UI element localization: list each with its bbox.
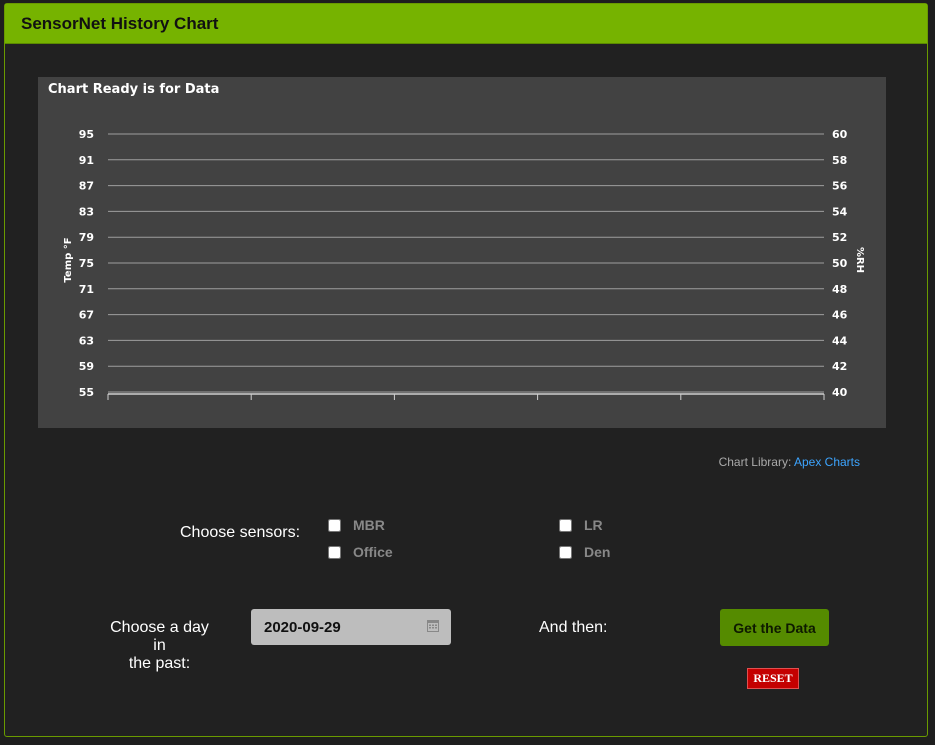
- y-left-tick-label: 63: [79, 334, 94, 347]
- y-right-tick-label: 52: [832, 231, 847, 244]
- y-right-tick-label: 58: [832, 154, 847, 167]
- sensor-checkbox-office[interactable]: [328, 545, 341, 559]
- y-right-tick-label: 48: [832, 283, 847, 296]
- y-right-tick-label: 40: [832, 386, 848, 399]
- choose-day-label-line2: the past:: [128, 655, 191, 672]
- sensor-checkbox-den[interactable]: [559, 545, 572, 559]
- date-input[interactable]: 2020-09-29: [251, 609, 451, 645]
- y-left-tick-label: 55: [79, 386, 94, 399]
- y-left-tick-label: 83: [79, 205, 94, 218]
- page-title: SensorNet History Chart: [21, 14, 219, 33]
- get-data-button[interactable]: Get the Data: [720, 609, 829, 646]
- chart-library-prefix: Chart Library:: [718, 455, 792, 469]
- calendar-icon[interactable]: [427, 619, 439, 632]
- and-then-label: And then:: [539, 619, 608, 636]
- y-left-tick-label: 75: [79, 257, 94, 270]
- chart-title: Chart Ready is for Data: [48, 82, 220, 97]
- sensor-option-den[interactable]: Den: [559, 544, 610, 560]
- sensor-option-office[interactable]: Office: [328, 544, 393, 560]
- y-right-tick-label: 46: [832, 309, 848, 322]
- y-right-tick-label: 44: [832, 334, 848, 347]
- y-left-tick-label: 59: [79, 360, 94, 373]
- reset-button[interactable]: RESET: [747, 668, 799, 689]
- y-left-tick-label: 67: [79, 309, 94, 322]
- y-right-axis-title: %RH: [854, 247, 865, 273]
- choose-day-label-line1: Choose a day in: [110, 619, 209, 654]
- chart-library-credit: Chart Library: Apex Charts: [719, 455, 860, 469]
- y-right-tick-label: 54: [832, 205, 848, 218]
- sensor-label-office: Office: [353, 544, 393, 560]
- date-value: 2020-09-29: [264, 619, 341, 636]
- choose-day-label: Choose a day in the past:: [103, 619, 216, 673]
- y-left-tick-label: 91: [79, 154, 94, 167]
- y-left-tick-label: 71: [79, 283, 94, 296]
- y-right-tick-label: 50: [832, 257, 848, 270]
- apex-charts-link[interactable]: Apex Charts: [794, 455, 860, 469]
- sensor-option-lr[interactable]: LR: [559, 517, 603, 533]
- sensor-option-mbr[interactable]: MBR: [328, 517, 385, 533]
- y-left-tick-label: 79: [79, 231, 94, 244]
- panel-header: SensorNet History Chart: [5, 4, 927, 44]
- y-right-tick-label: 60: [832, 128, 848, 141]
- y-left-axis-title: Temp °F: [63, 237, 74, 282]
- sensor-label-den: Den: [584, 544, 611, 560]
- choose-sensors-label: Choose sensors:: [180, 524, 301, 541]
- sensor-checkbox-lr[interactable]: [559, 518, 572, 532]
- sensor-label-lr: LR: [584, 517, 603, 533]
- y-right-tick-label: 42: [832, 360, 847, 373]
- chart-area: 95 60 91 58 87 56 83 54 79 52 75 50 71 48 67 46 63 44 59 42…: [38, 77, 886, 428]
- sensor-label-mbr: MBR: [353, 517, 385, 533]
- y-left-tick-label: 87: [79, 180, 94, 193]
- chart-svg: 95 60 91 58 87 56 83 54 79 52 75 50 71 48 67 46 63 44 59 42…: [63, 128, 865, 400]
- y-left-tick-label: 95: [79, 128, 94, 141]
- y-right-tick-label: 56: [832, 180, 848, 193]
- sensor-checkbox-mbr[interactable]: [328, 518, 341, 532]
